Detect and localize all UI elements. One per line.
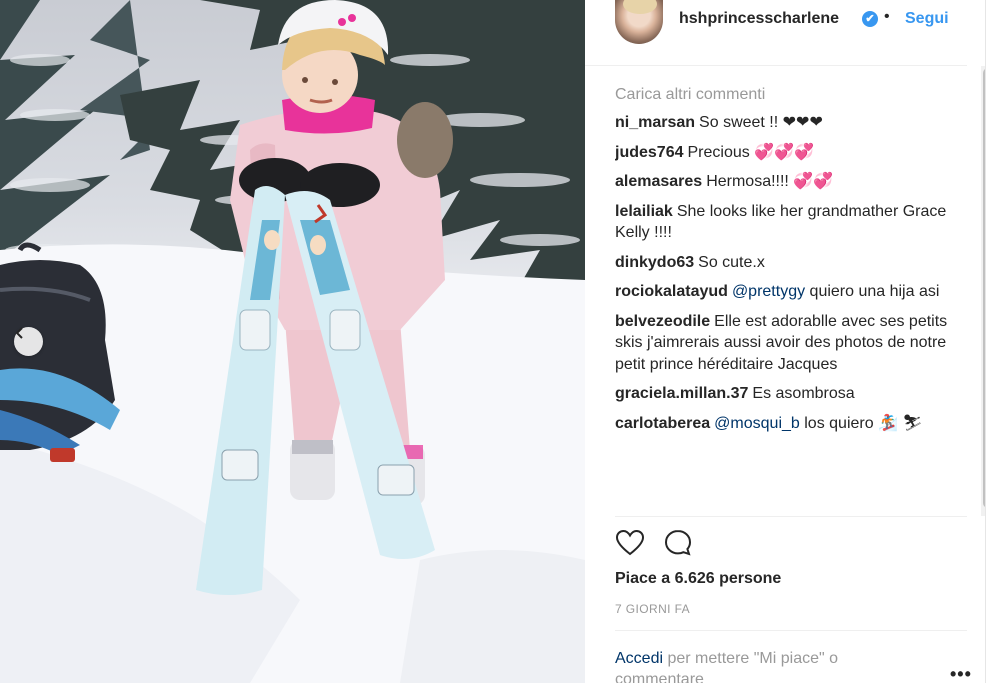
post-username[interactable]: hshprincesscharlene: [679, 10, 839, 28]
comment-item: judes764 Precious 💞💞💞: [615, 142, 967, 164]
comment-item: alemasares Hermosa!!!! 💞💞: [615, 171, 967, 193]
divider: [615, 516, 967, 517]
post-sidebar: hshprincesscharlene ✔ • Segui Carica alt…: [585, 0, 995, 683]
comment-username[interactable]: carlotaberea: [615, 415, 710, 432]
post-timestamp: 7 GIORNI FA: [615, 602, 691, 616]
comment-text: So sweet !! ❤❤❤: [699, 114, 823, 131]
login-link[interactable]: Accedi: [615, 650, 663, 667]
comment-text: quiero una hija asi: [805, 283, 940, 300]
carousel-prev-button[interactable]: [14, 327, 43, 356]
comment-item: carlotaberea @mosqui_b los quiero 🏂 ⛷: [615, 413, 967, 435]
comment-username[interactable]: judes764: [615, 144, 683, 161]
heart-icon[interactable]: [615, 528, 645, 558]
chevron-left-icon: [15, 327, 23, 339]
comment-username[interactable]: ni_marsan: [615, 114, 695, 131]
comment-bubble-icon[interactable]: [663, 528, 693, 558]
comment-item: graciela.millan.37 Es asombrosa: [615, 383, 967, 405]
avatar[interactable]: [615, 0, 663, 44]
comment-username[interactable]: alemasares: [615, 173, 702, 190]
divider: [615, 630, 967, 631]
more-options-button[interactable]: •••: [950, 664, 972, 683]
comment-text: So cute.x: [698, 253, 765, 271]
window-edge: [985, 0, 1000, 683]
comment-item: lelailiak She looks like her grandmather …: [615, 201, 967, 244]
comment-mention[interactable]: @prettygy: [732, 283, 805, 300]
comment-container: ni_marsan So sweet !! ❤❤❤ judes764 Precious…: [615, 112, 967, 434]
comment-username[interactable]: rociokalatayud: [615, 283, 728, 300]
comment-text: los quiero 🏂 ⛷: [799, 414, 923, 432]
comment-mention[interactable]: @mosqui_b: [714, 415, 800, 432]
comment-item: dinkydo63 So cute.x: [615, 252, 967, 274]
comment-item: belvezeodile Elle est adorablle avec ses …: [615, 311, 967, 376]
comment-text: Precious 💞💞💞: [687, 143, 814, 161]
comment-username[interactable]: belvezeodile: [615, 313, 710, 330]
post-actions: [615, 528, 693, 558]
comments-list: Carica altri commenti ni_marsan So sweet …: [615, 84, 967, 509]
comment-username[interactable]: lelailiak: [615, 203, 673, 220]
verified-badge-icon: ✔: [862, 11, 878, 27]
likes-count[interactable]: Piace a 6.626 persone: [615, 570, 781, 588]
comment-item: rociokalatayud @prettygy quiero una hija …: [615, 281, 967, 303]
login-prompt: Accedi per mettere "Mi piace" o commenta…: [615, 648, 915, 683]
header-separator: •: [884, 8, 890, 25]
comment-item: ni_marsan So sweet !! ❤❤❤: [615, 112, 967, 134]
post-header: hshprincesscharlene ✔ • Segui: [585, 0, 967, 66]
post-photo[interactable]: [0, 0, 585, 683]
load-more-comments-button[interactable]: Carica altri commenti: [615, 84, 967, 105]
comment-text: Es asombrosa: [752, 385, 855, 402]
comment-text: Hermosa!!!! 💞💞: [706, 173, 834, 190]
comment-username[interactable]: graciela.millan.37: [615, 385, 748, 402]
follow-button[interactable]: Segui: [905, 10, 949, 28]
comment-username[interactable]: dinkydo63: [615, 254, 694, 271]
photo-illustration: [0, 0, 585, 683]
